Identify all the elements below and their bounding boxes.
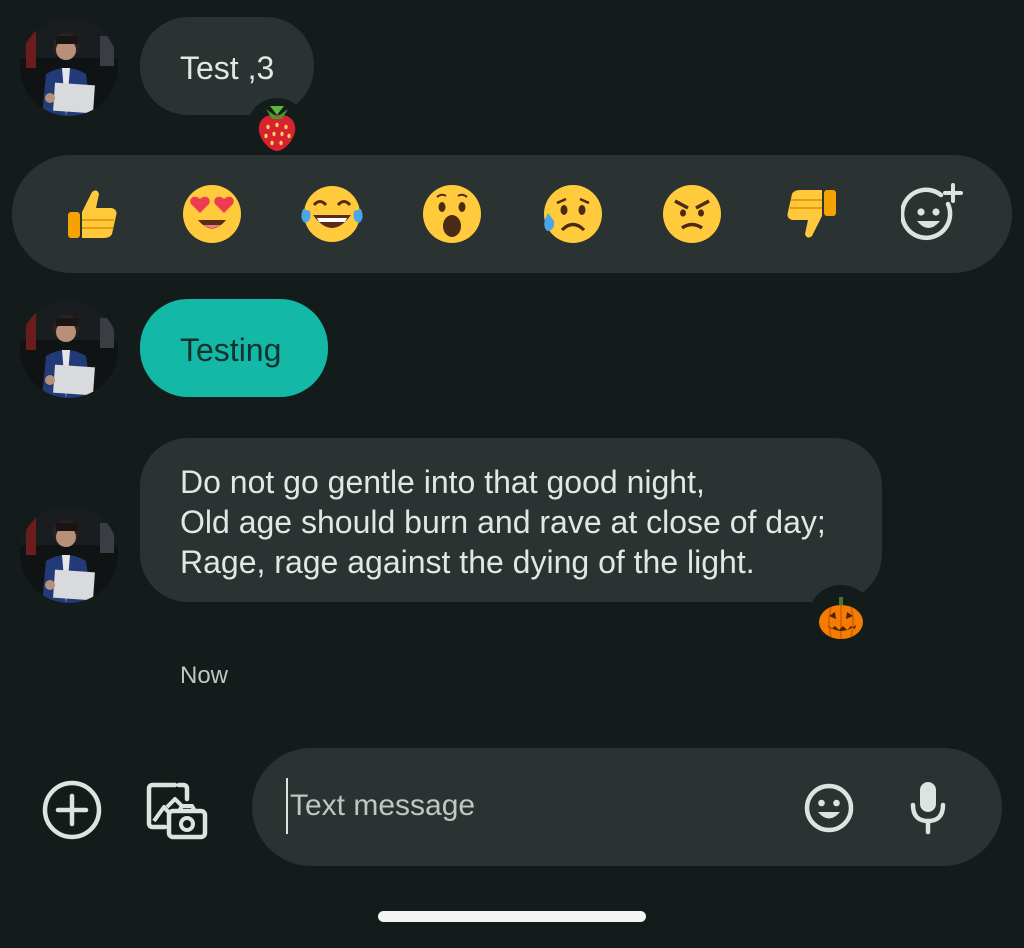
- tears-of-joy-emoji[interactable]: [299, 181, 365, 247]
- sender-avatar[interactable]: [20, 300, 118, 398]
- thumbs-up-emoji[interactable]: [59, 181, 125, 247]
- message-reaction[interactable]: [247, 98, 307, 158]
- add-circle-icon: [42, 780, 102, 840]
- add-emoji-icon[interactable]: [899, 181, 965, 247]
- message-text-line: Do not go gentle into that good night,: [180, 464, 705, 500]
- message-composer: [252, 748, 1002, 866]
- astonished-emoji[interactable]: [419, 181, 485, 247]
- message-text-line: Old age should burn and rave at close of…: [180, 504, 826, 540]
- reaction-picker: [12, 155, 1012, 273]
- emoji-icon: [804, 783, 854, 833]
- voice-input-button[interactable]: [908, 778, 948, 836]
- message-reaction[interactable]: [808, 585, 874, 651]
- conversation-screen: Test ,3 Testing Do not go gentle into th…: [0, 0, 1024, 948]
- sad-sweat-emoji[interactable]: [539, 181, 605, 247]
- strawberry-emoji: [258, 106, 296, 151]
- sender-avatar[interactable]: [20, 18, 118, 116]
- home-gesture-bar[interactable]: [378, 911, 646, 922]
- message-text: Testing: [180, 332, 282, 368]
- message-input[interactable]: [286, 778, 770, 834]
- microphone-icon: [910, 782, 946, 835]
- sender-avatar[interactable]: [20, 505, 118, 603]
- gallery-camera-icon: [146, 782, 208, 840]
- message-timestamp: Now: [180, 662, 229, 689]
- message-bubble-selected[interactable]: Testing: [140, 299, 328, 397]
- angry-emoji[interactable]: [659, 181, 725, 247]
- heart-eyes-emoji[interactable]: [179, 181, 245, 247]
- gallery-camera-button[interactable]: [144, 776, 210, 842]
- jack-o-lantern-emoji: [819, 597, 863, 639]
- message-text: Test ,3: [180, 50, 275, 86]
- message-text-line: Rage, rage against the dying of the ligh…: [180, 544, 755, 580]
- emoji-button[interactable]: [802, 781, 856, 835]
- thumbs-down-emoji[interactable]: [779, 181, 845, 247]
- add-attachment-button[interactable]: [40, 778, 104, 842]
- message-bubble[interactable]: Do not go gentle into that good night, O…: [140, 438, 882, 602]
